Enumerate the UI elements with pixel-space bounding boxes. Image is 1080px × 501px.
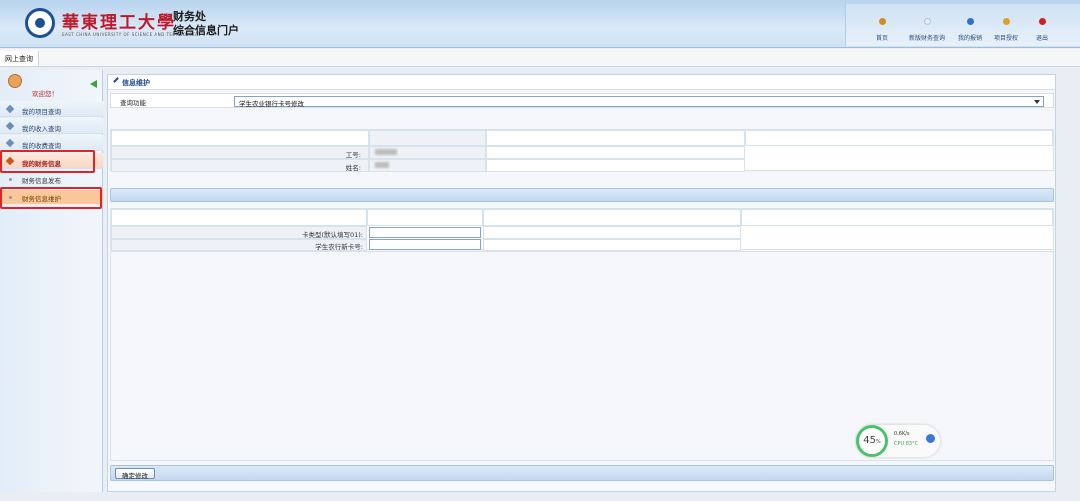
grid-cell [111,130,369,146]
query-function-label: 查询功能 [120,99,146,107]
nav-my-reimbursement-label: 我的报销 [958,35,983,42]
new-card-number-input[interactable] [369,239,481,250]
grid-cell [741,209,1053,226]
grid-cell [483,239,741,251]
sidebar-item-label: 我的项目查询 [22,108,61,116]
cpu-usage-percent: 45 [863,435,876,446]
sidebar-item-project-query[interactable]: 我的项目查询 [0,101,103,117]
footer-toolbar: 确定修改 [110,465,1054,481]
redacted-name [375,162,389,168]
info-grid: 工号: 姓名: [110,129,1054,172]
new-card-number-label: 学生农行新卡号: [315,243,363,251]
reimbursement-icon [966,18,974,25]
section-divider-band [110,188,1054,202]
network-speed: 0.6K/s [894,431,910,437]
highlight-box-finance-maintenance [0,187,102,209]
query-function-select[interactable]: 学生农业银行卡号修改 [234,96,1044,108]
query-function-selected-value: 学生农业银行卡号修改 [239,100,304,108]
pencil-icon [113,77,119,83]
nav-logout[interactable]: 退出 [1036,18,1048,42]
user-area: 欢迎您！ [0,70,103,98]
grid-cell [483,226,741,239]
grid-cell [486,130,745,146]
portal-title: 财务处 综合信息门户 [173,10,239,38]
panel-title: 信息维护 [108,75,1055,90]
grid-cell [367,209,483,226]
highlight-box-my-finance-info [0,150,95,173]
university-logo [25,8,55,38]
university-name: 華東理工大學 [62,13,176,33]
name-label: 姓名: [345,164,361,172]
chevron-down-icon [1034,100,1040,104]
nav-logout-label: 退出 [1036,35,1049,42]
cpu-temp-label: CPU 83°C [894,441,919,447]
card-type-label: 卡类型(默认填写01): [301,231,363,239]
finance-query-icon [923,18,931,25]
nav-project-authorization-label: 项目授权 [994,35,1019,42]
sidebar-item-income-query[interactable]: 我的收入查询 [0,118,103,134]
sidebar-item-fee-query[interactable]: 我的收费查询 [0,135,103,151]
grid-cell [486,159,745,172]
grid-cell [486,146,745,159]
home-icon [878,18,886,25]
logout-icon [1038,18,1046,25]
portal-title-line2: 综合信息门户 [173,24,239,37]
diamond-icon [5,104,15,114]
cpu-monitor-widget[interactable]: 45% 0.6K/s CPU 83°C [856,425,940,457]
welcome-text: 欢迎您！ [32,90,58,98]
authorization-icon [1002,18,1010,25]
grid-cell [369,130,486,146]
sidebar-sub-label: 财务信息发布 [22,177,61,185]
top-navigation: 首页 新版财务查询 我的报销 项目授权 退出 [845,4,1080,46]
bullet-icon [9,178,12,181]
cpu-usage-ring: 45% [856,425,888,457]
widget-badge-icon [926,434,935,443]
nav-new-finance-query-label: 新版财务查询 [909,35,946,42]
page-header: 華東理工大學 EAST CHINA UNIVERSITY OF SCIENCE … [0,0,1080,48]
portal-title-line1: 财务处 [173,10,206,23]
sidebar-sub-finance-info-release[interactable]: 财务信息发布 [0,172,103,186]
grid-cell [483,209,741,226]
tab-bar: 网上查询 [0,49,1080,67]
confirm-modify-button[interactable]: 确定修改 [115,468,155,480]
panel-title-text: 信息维护 [122,79,150,87]
redacted-employee-id [375,149,397,155]
nav-home-label: 首页 [876,35,889,42]
cpu-usage-unit: % [875,439,881,445]
sidebar-item-label: 我的收入查询 [22,125,61,133]
sidebar: 欢迎您！ 我的项目查询 我的收入查询 我的收费查询 我的财务信息 财务信息发布 … [0,70,103,492]
nav-my-reimbursement[interactable]: 我的报销 [958,18,982,42]
grid-cell [745,130,1053,146]
nav-project-authorization[interactable]: 项目授权 [994,18,1018,42]
tab-online-query[interactable]: 网上查询 [0,51,39,66]
grid-cell [111,209,367,226]
query-function-row: 查询功能 学生农业银行卡号修改 [110,93,1054,108]
sidebar-item-label: 我的收费查询 [22,142,61,150]
nav-home[interactable]: 首页 [876,18,888,42]
nav-new-finance-query[interactable]: 新版财务查询 [909,18,945,42]
card-type-input[interactable] [369,227,481,238]
diamond-icon [5,138,15,148]
employee-id-label: 工号: [345,151,361,159]
diamond-icon [5,121,15,131]
card-edit-grid: 卡类型(默认填写01): 学生农行新卡号: [110,208,1054,251]
collapse-arrow-icon[interactable] [90,80,97,88]
user-avatar-icon [8,74,22,88]
